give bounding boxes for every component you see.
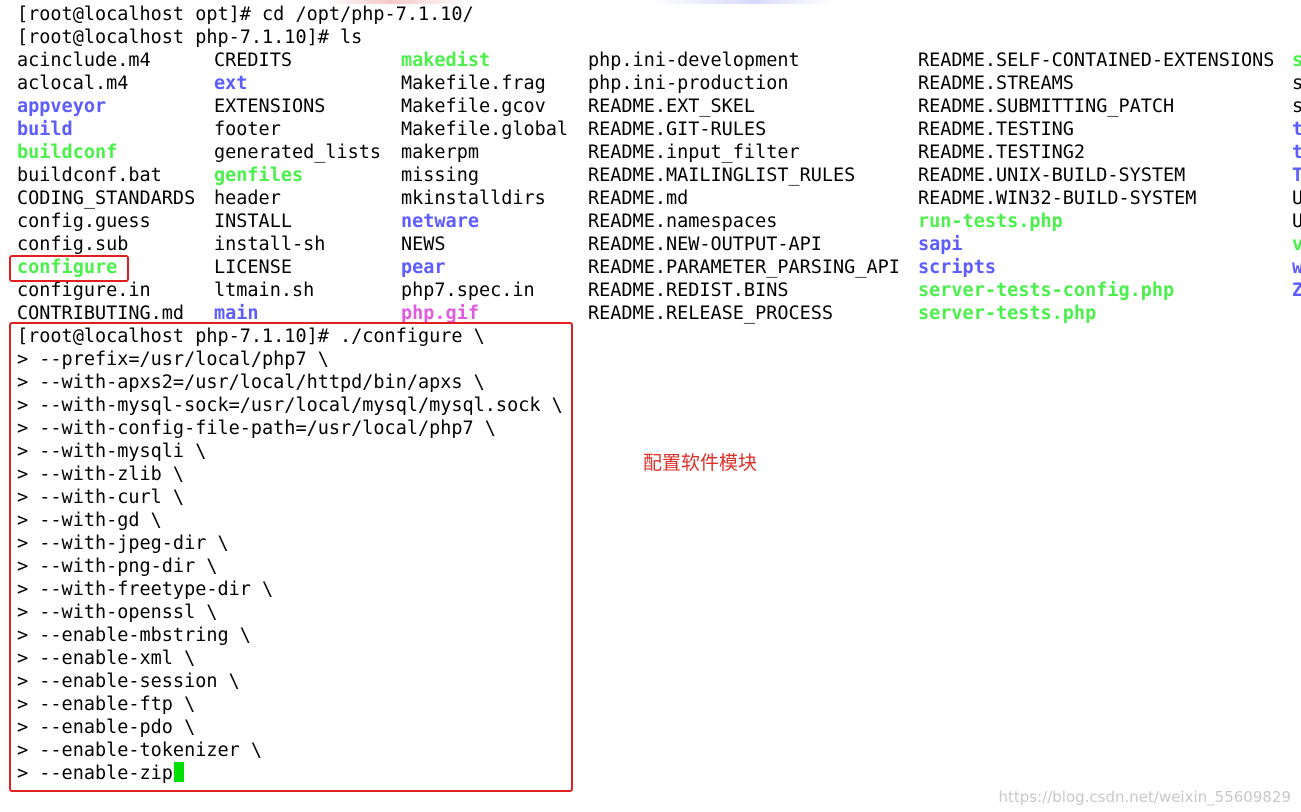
ls-entry-file: README.EXT_SKEL: [588, 96, 756, 117]
ls-entry-file: EXTENSIONS: [214, 96, 326, 117]
ls-entry-file: README.SUBMITTING_PATCH: [918, 96, 1175, 117]
ls-entry-exec: server-tests.php: [918, 303, 1097, 324]
configure-highlight-box: [9, 255, 129, 282]
ls-entry-dir: sapi: [918, 234, 963, 255]
ls-entry-exec: buildconf: [17, 142, 118, 163]
ls-entry-file: U: [1292, 188, 1301, 209]
ls-entry-exec: v: [1292, 234, 1301, 255]
ls-entry-file: README.input_filter: [588, 142, 800, 163]
watermark: https://blog.csdn.net/weixin_55609829: [998, 788, 1291, 806]
ls-entry-file: README.GIT-RULES: [588, 119, 767, 140]
ls-entry-file: configure.in: [17, 280, 151, 301]
ls-entry-dir: T: [1292, 165, 1301, 186]
ls-entry-file: README.REDIST.BINS: [588, 280, 789, 301]
ls-entry-dir: scripts: [918, 257, 996, 278]
ls-entry-file: LICENSE: [214, 257, 292, 278]
ls-entry-file: ltmain.sh: [214, 280, 315, 301]
ls-entry-file: CODING_STANDARDS: [17, 188, 196, 209]
ls-entry-file: README.SELF-CONTAINED-EXTENSIONS: [918, 50, 1275, 71]
terminal-window[interactable]: [root@localhost opt]# cd /opt/php-7.1.10…: [0, 0, 1301, 812]
ls-entry-file: INSTALL: [214, 211, 292, 232]
ls-entry-file: install-sh: [214, 234, 326, 255]
ls-entry-file: Makefile.frag: [401, 73, 546, 94]
ls-entry-file: acinclude.m4: [17, 50, 151, 71]
ls-entry-file: footer: [214, 119, 281, 140]
ls-entry-file: php.ini-development: [588, 50, 800, 71]
ls-entry-file: README.namespaces: [588, 211, 778, 232]
ls-entry-file: config.guess: [17, 211, 151, 232]
ls-entry-file: NEWS: [401, 234, 446, 255]
ls-entry-exec: server-tests-config.php: [918, 280, 1175, 301]
ls-entry-dir: netware: [401, 211, 479, 232]
ls-entry-file: README.TESTING2: [918, 142, 1086, 163]
ls-entry-file: missing: [401, 165, 479, 186]
ls-entry-file: README.STREAMS: [918, 73, 1074, 94]
ls-entry-dir: t: [1292, 119, 1301, 140]
ls-entry-file: php7.spec.in: [401, 280, 535, 301]
ls-entry-file: README.PARAMETER_PARSING_API: [588, 257, 900, 278]
ls-entry-file: s: [1292, 96, 1301, 117]
ls-entry-dir: appveyor: [17, 96, 107, 117]
ls-entry-exec: makedist: [401, 50, 491, 71]
ls-entry-dir: t: [1292, 142, 1301, 163]
ls-entry-file: php.ini-production: [588, 73, 789, 94]
ls-entry-file: README.UNIX-BUILD-SYSTEM: [918, 165, 1186, 186]
ls-entry-dir: build: [17, 119, 73, 140]
ls-entry-file: README.NEW-OUTPUT-API: [588, 234, 822, 255]
ls-entry-dir: pear: [401, 257, 446, 278]
annotation-label: 配置软件模块: [643, 452, 758, 474]
ls-entry-file: README.TESTING: [918, 119, 1074, 140]
ls-entry-file: README.md: [588, 188, 689, 209]
ls-entry-dir: w: [1292, 257, 1301, 278]
ls-entry-file: README.WIN32-BUILD-SYSTEM: [918, 188, 1197, 209]
ls-entry-file: Makefile.global: [401, 119, 569, 140]
ls-entry-file: config.sub: [17, 234, 129, 255]
ls-entry-file: generated_lists: [214, 142, 382, 163]
prompt-ls-line: [root@localhost php-7.1.10]# ls: [17, 27, 363, 48]
ls-entry-exec: run-tests.php: [918, 211, 1063, 232]
ls-entry-file: README.RELEASE_PROCESS: [588, 303, 834, 324]
ls-entry-file: CREDITS: [214, 50, 292, 71]
ls-entry-file: Makefile.gcov: [401, 96, 546, 117]
ls-entry-file: buildconf.bat: [17, 165, 162, 186]
ls-entry-exec: genfiles: [214, 165, 304, 186]
ls-entry-dir: ext: [214, 73, 248, 94]
ls-entry-file: mkinstalldirs: [401, 188, 546, 209]
ls-entry-file: aclocal.m4: [17, 73, 129, 94]
ls-entry-exec: s: [1292, 50, 1301, 71]
ls-entry-file: s: [1292, 73, 1301, 94]
configure-command-highlight-box: [9, 322, 573, 792]
ls-entry-file: makerpm: [401, 142, 479, 163]
ls-entry-dir: Z: [1292, 280, 1301, 301]
ls-entry-file: README.MAILINGLIST_RULES: [588, 165, 856, 186]
prompt-cd-line: [root@localhost opt]# cd /opt/php-7.1.10…: [17, 4, 474, 25]
ls-entry-file: U: [1292, 211, 1301, 232]
ls-entry-file: header: [214, 188, 281, 209]
